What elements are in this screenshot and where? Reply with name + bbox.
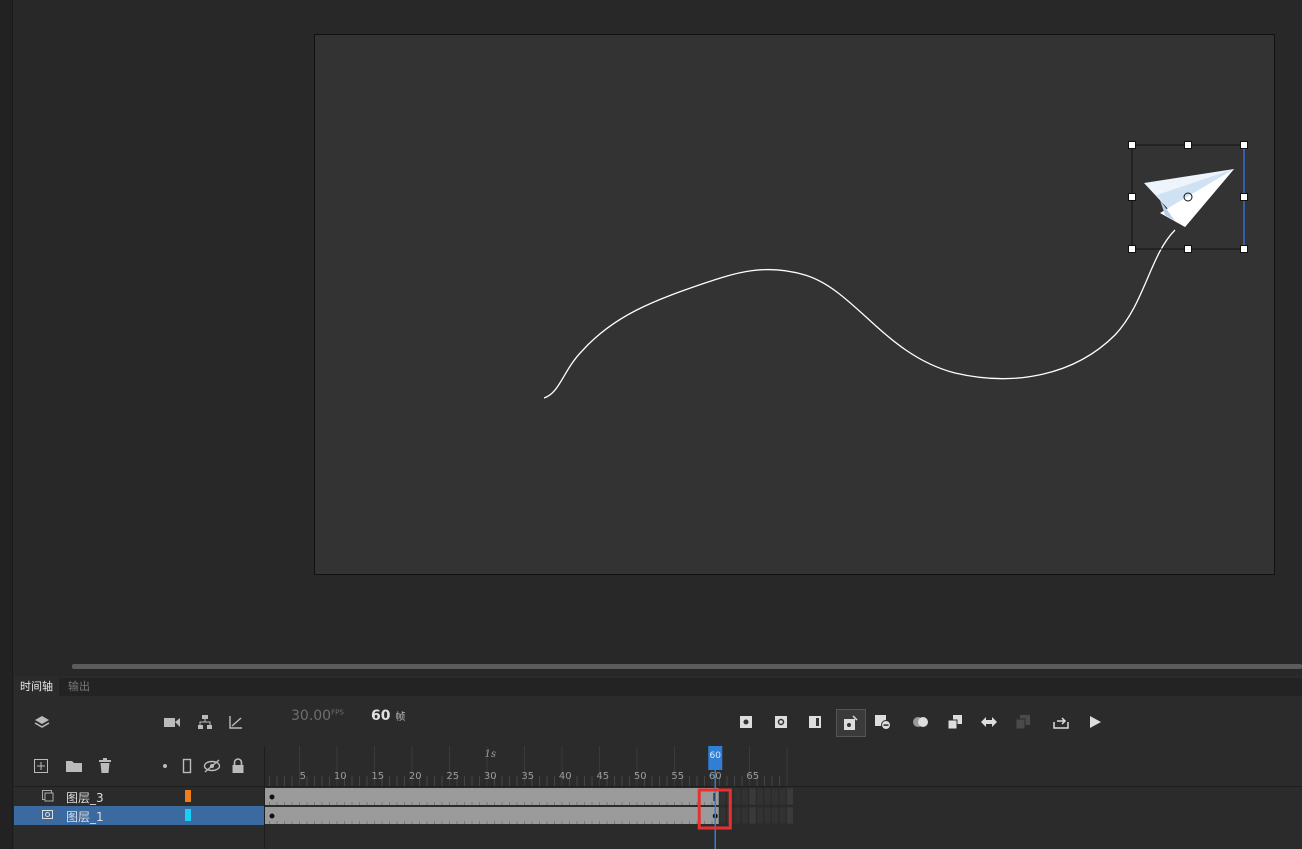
empty-frame-cell bbox=[733, 806, 742, 825]
insert-keyframe-icon[interactable] bbox=[735, 711, 757, 733]
ruler-label: 55 bbox=[671, 771, 684, 782]
auto-keyframe-icon[interactable] bbox=[836, 709, 866, 737]
tab-output[interactable]: 输出 bbox=[62, 678, 96, 696]
frame-rows bbox=[265, 787, 1302, 825]
outline-toggle-icon[interactable] bbox=[176, 755, 198, 777]
ruler-label: 35 bbox=[521, 771, 534, 782]
start-keyframe bbox=[269, 813, 275, 819]
frame-ruler: 5 10 15 20 25 30 35 40 45 50 55 60 65 1s bbox=[265, 746, 1302, 787]
layer-type-icon bbox=[42, 809, 54, 824]
tab-timeline[interactable]: 时间轴 bbox=[14, 678, 59, 696]
panel-tab-bar: 时间轴 输出 bbox=[14, 678, 1302, 696]
start-keyframe bbox=[269, 794, 275, 800]
layer-color-swatch[interactable] bbox=[185, 790, 191, 802]
empty-frame-cell bbox=[778, 787, 787, 806]
layer-row-3[interactable]: 图层_3 bbox=[14, 787, 264, 806]
frame-span bbox=[265, 788, 719, 805]
frame-display: 60 帧 bbox=[371, 708, 405, 724]
clear-keyframe-icon[interactable] bbox=[872, 711, 894, 733]
empty-frame-cell bbox=[771, 787, 779, 806]
empty-frame-cell bbox=[741, 787, 749, 806]
frame-span bbox=[265, 807, 719, 824]
empty-frame-cell bbox=[763, 806, 772, 825]
horizontal-scrollbar[interactable] bbox=[72, 664, 1302, 669]
edit-multiple-frames-icon[interactable] bbox=[944, 711, 966, 733]
loop-playback-icon[interactable] bbox=[1050, 711, 1072, 733]
disabled-tool-icon bbox=[1012, 711, 1034, 733]
fps-value[interactable]: 30.00 bbox=[291, 708, 331, 724]
paper-plane-symbol bbox=[1144, 169, 1234, 227]
layer-color-swatch[interactable] bbox=[185, 809, 191, 821]
layer-type-icon bbox=[42, 790, 54, 805]
layer-controls bbox=[14, 746, 264, 787]
empty-frame-cell bbox=[756, 787, 764, 806]
ruler-label: 30 bbox=[484, 771, 497, 782]
ruler-second-label: 1s bbox=[485, 749, 497, 760]
lock-icon[interactable] bbox=[227, 755, 249, 777]
frame-count[interactable]: 60 bbox=[371, 708, 390, 724]
empty-frame-cell bbox=[778, 806, 787, 825]
sync-arrows-icon[interactable] bbox=[978, 711, 1000, 733]
empty-frame-cell bbox=[771, 806, 779, 825]
new-folder-icon[interactable] bbox=[63, 755, 85, 777]
empty-frame-cell bbox=[786, 787, 794, 806]
empty-frame-cell bbox=[786, 806, 794, 825]
insert-frame-icon[interactable] bbox=[804, 711, 826, 733]
layer-parenting-icon[interactable] bbox=[194, 711, 216, 733]
ruler-label: 40 bbox=[559, 771, 572, 782]
timeline-toolbar: 30.00FPS 60 帧 bbox=[14, 697, 1302, 745]
empty-frame-cell bbox=[756, 806, 764, 825]
ruler-label: 25 bbox=[446, 771, 459, 782]
empty-frame-cell bbox=[748, 787, 757, 806]
empty-frame-cell bbox=[741, 806, 749, 825]
highlight-layer-icon[interactable] bbox=[154, 755, 176, 777]
new-layer-icon[interactable] bbox=[30, 755, 52, 777]
empty-frame-cell bbox=[733, 787, 742, 806]
stage-canvas[interactable] bbox=[314, 34, 1275, 575]
play-icon[interactable] bbox=[1084, 711, 1106, 733]
ruler-label: 5 bbox=[300, 771, 306, 782]
layer-name[interactable]: 图层_1 bbox=[66, 808, 104, 825]
fps-display: 30.00FPS bbox=[291, 708, 344, 724]
hide-layers-eye-icon[interactable] bbox=[201, 755, 223, 777]
layer-row-1[interactable]: 图层_1 bbox=[14, 806, 264, 825]
empty-frame-cell bbox=[718, 806, 727, 825]
ruler-label: 15 bbox=[371, 771, 384, 782]
ruler-label: 50 bbox=[634, 771, 647, 782]
frames-area[interactable]: 5 10 15 20 25 30 35 40 45 50 55 60 65 1s 60 bbox=[265, 746, 1302, 849]
motion-guide-path bbox=[543, 229, 1176, 399]
graph-editor-icon[interactable] bbox=[225, 711, 247, 733]
fps-unit: FPS bbox=[331, 708, 344, 717]
ruler-label: 20 bbox=[409, 771, 422, 782]
empty-frame-cell bbox=[763, 787, 772, 806]
empty-frame-cell bbox=[748, 806, 757, 825]
ruler-label: 45 bbox=[596, 771, 609, 782]
playhead-frame-label: 60 bbox=[710, 751, 722, 761]
frame-unit: 帧 bbox=[395, 712, 406, 723]
layers-icon[interactable] bbox=[31, 711, 53, 733]
trash-icon[interactable] bbox=[94, 755, 116, 777]
layer-name[interactable]: 图层_3 bbox=[66, 789, 104, 806]
onion-skin-icon[interactable] bbox=[910, 711, 932, 733]
insert-blank-keyframe-icon[interactable] bbox=[770, 711, 792, 733]
left-toolbar-edge bbox=[0, 0, 13, 849]
camera-icon[interactable] bbox=[161, 711, 183, 733]
ruler-label: 10 bbox=[334, 771, 347, 782]
ruler-label: 65 bbox=[746, 771, 759, 782]
